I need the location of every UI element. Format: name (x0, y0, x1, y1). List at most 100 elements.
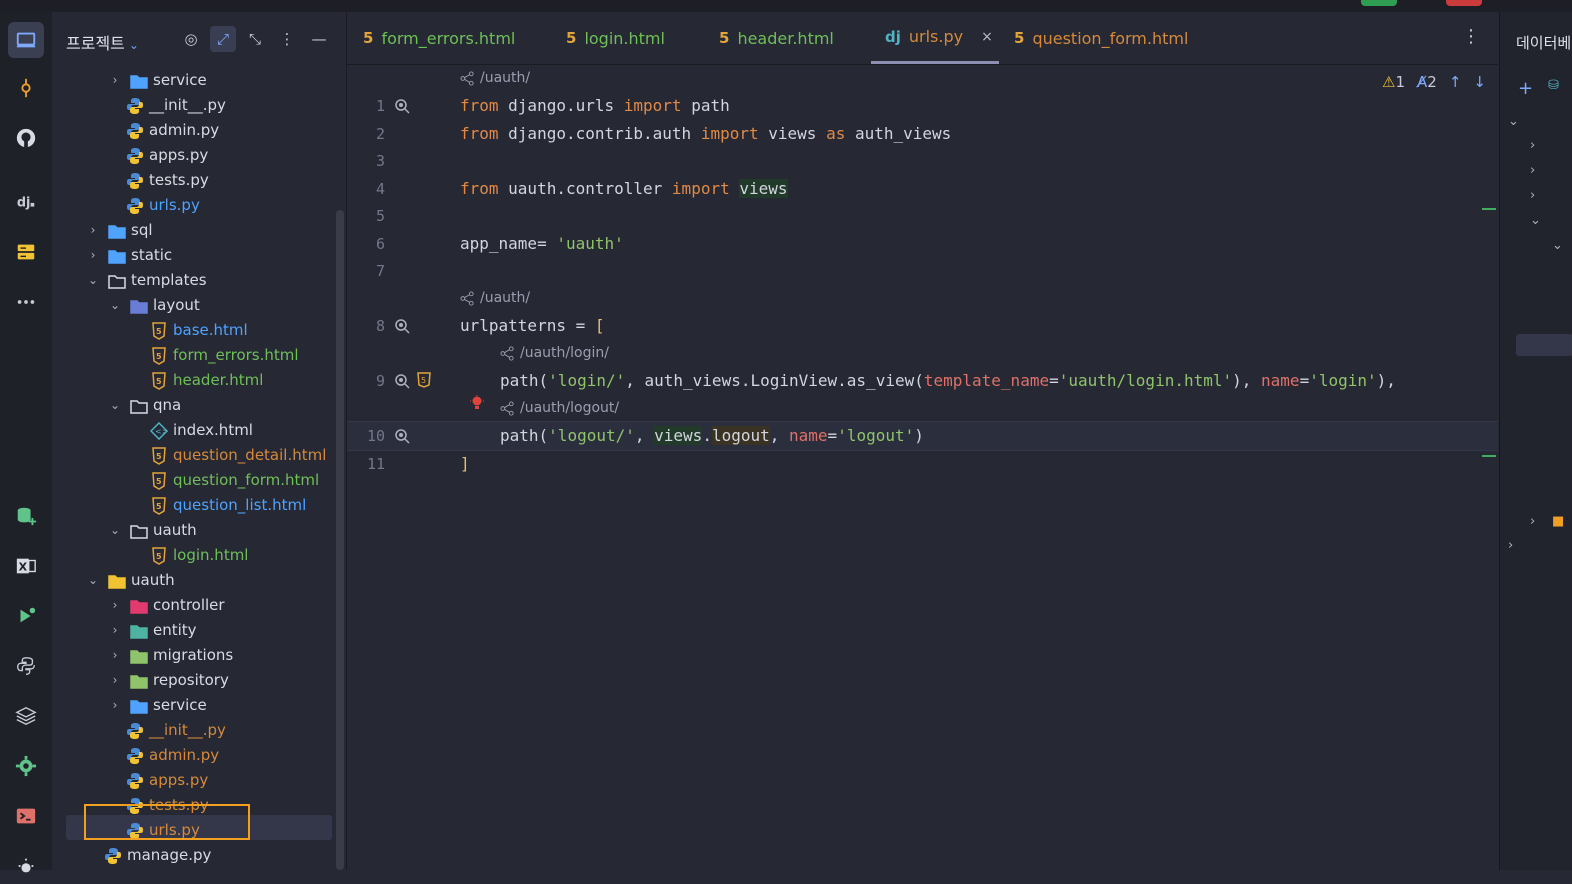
expand-all-icon[interactable]: ⤢ (210, 26, 236, 52)
tab-overflow-menu-icon[interactable]: ⋮ (1462, 26, 1480, 47)
tree-folder[interactable]: › static (86, 243, 173, 268)
django-structure-icon[interactable]: dj (8, 184, 44, 220)
project-tool-icon[interactable] (8, 22, 44, 58)
tree-file[interactable]: 5 header.html (150, 368, 263, 393)
debug-sun-icon[interactable] (8, 848, 44, 884)
tree-file[interactable]: 5 login.html (150, 543, 248, 568)
tree-collapsed-icon[interactable]: › (1530, 163, 1535, 178)
url-resolve-gutter-icon[interactable] (394, 373, 410, 389)
tree-file[interactable]: 5 question_list.html (150, 493, 306, 518)
tree-collapsed-icon[interactable]: › (1530, 514, 1535, 529)
settings-gear-icon[interactable] (8, 748, 44, 784)
chevron-down-icon[interactable]: ⌄ (108, 393, 122, 418)
tree-folder[interactable]: ⌄ uauth (108, 518, 197, 543)
tree-folder[interactable]: › service (108, 693, 207, 718)
warning-indicator[interactable]: ⚠1 (1382, 73, 1405, 91)
tree-file[interactable]: 5 question_form.html (150, 468, 319, 493)
services-icon[interactable] (8, 234, 44, 270)
chevron-down-icon[interactable]: ⌄ (86, 268, 100, 293)
chevron-right-icon[interactable]: › (108, 668, 122, 693)
lightbulb-icon[interactable] (469, 395, 485, 411)
route-hint[interactable]: /uauth/logout/ (500, 400, 619, 416)
chevron-right-icon[interactable]: › (108, 593, 122, 618)
tree-folder[interactable]: › service (108, 68, 207, 93)
route-hint[interactable]: /uauth/login/ (500, 345, 609, 361)
tree-folder[interactable]: › sql (86, 218, 153, 243)
excel-icon[interactable]: X (8, 548, 44, 584)
route-hint[interactable]: /uauth/ (460, 290, 530, 306)
layers-icon[interactable] (8, 698, 44, 734)
database-add-icon[interactable] (8, 498, 44, 534)
tree-folder[interactable]: ⌄ uauth (86, 568, 175, 593)
chevron-right-icon[interactable]: › (86, 218, 100, 243)
locate-file-icon[interactable]: ◎ (178, 26, 204, 52)
add-datasource-icon[interactable]: + (1518, 78, 1533, 99)
tree-expand-icon[interactable]: ⌄ (1552, 238, 1563, 253)
tree-folder[interactable]: › controller (108, 593, 225, 618)
tree-file[interactable]: tests.py (126, 168, 209, 193)
url-resolve-gutter-icon[interactable] (394, 428, 410, 444)
inspection-status[interactable]: ⚠1 A̸2 ↑ ↓ (1382, 73, 1486, 91)
html-template-gutter-icon[interactable]: 5 (416, 372, 432, 388)
tree-file[interactable]: 5 form_errors.html (150, 343, 299, 368)
typo-indicator[interactable]: A̸2 (1417, 73, 1437, 91)
tab-login[interactable]: 5 login.html (566, 12, 665, 64)
chevron-right-icon[interactable]: › (108, 643, 122, 668)
chevron-right-icon[interactable]: › (108, 693, 122, 718)
tree-file[interactable]: urls.py (126, 193, 200, 218)
stop-indicator[interactable] (1446, 0, 1482, 6)
tree-folder[interactable]: › entity (108, 618, 197, 643)
chevron-right-icon[interactable]: › (108, 68, 122, 93)
tree-file[interactable]: 5 question_detail.html (150, 443, 326, 468)
chevron-right-icon[interactable]: › (108, 618, 122, 643)
tab-urls-py[interactable]: dj urls.py × (871, 12, 999, 64)
chevron-down-icon[interactable]: ⌄ (86, 568, 100, 593)
tab-header[interactable]: 5 header.html (719, 12, 834, 64)
chevron-down-icon[interactable]: ⌄ (108, 293, 122, 318)
tree-collapsed-icon[interactable]: › (1508, 538, 1513, 553)
tree-folder[interactable]: › repository (108, 668, 229, 693)
chevron-down-icon[interactable]: ⌄ (108, 518, 122, 543)
tree-collapsed-icon[interactable]: › (1530, 188, 1535, 203)
terminal-icon[interactable] (8, 798, 44, 834)
tree-expand-icon[interactable]: ⌄ (1508, 114, 1519, 129)
tree-collapsed-icon[interactable]: › (1530, 138, 1535, 153)
hide-panel-icon[interactable]: — (306, 26, 332, 52)
tree-file[interactable]: 5 base.html (150, 318, 248, 343)
tree-file[interactable]: apps.py (126, 143, 208, 168)
tree-folder[interactable]: ⌄ qna (108, 393, 181, 418)
code-editor[interactable]: ⚠1 A̸2 ↑ ↓ /uauth/ /uauth/ /uauth/login/… (347, 65, 1498, 870)
url-resolve-gutter-icon[interactable] (394, 318, 410, 334)
route-hint[interactable]: /uauth/ (460, 70, 530, 86)
tree-file[interactable]: admin.py (126, 743, 219, 768)
python-console-icon[interactable] (8, 648, 44, 684)
close-tab-icon[interactable]: × (981, 29, 993, 45)
tab-question-form[interactable]: 5 question_form.html (1014, 12, 1188, 64)
tree-file[interactable]: admin.py (126, 118, 219, 143)
more-tools-icon[interactable] (8, 284, 44, 320)
project-title-dropdown[interactable]: 프로젝트 ⌄ (66, 30, 139, 54)
github-icon[interactable] (8, 120, 44, 156)
tab-form-errors[interactable]: 5 form_errors.html (363, 12, 515, 64)
tree-folder[interactable]: ⌄ templates (86, 268, 207, 293)
tree-folder[interactable]: › migrations (108, 643, 234, 668)
chevron-right-icon[interactable]: › (86, 243, 100, 268)
collapse-all-icon[interactable]: ⤡ (242, 26, 268, 52)
tree-file[interactable]: <> index.html (150, 418, 253, 443)
tree-file[interactable]: __init__.py (126, 93, 226, 118)
options-menu-icon[interactable]: ⋮ (274, 26, 300, 52)
selected-db-row[interactable] (1516, 334, 1572, 356)
project-scrollbar[interactable] (336, 210, 344, 870)
datasource-icon[interactable]: ⛁ (1548, 78, 1559, 93)
previous-issue-arrow-icon[interactable]: ↑ (1449, 73, 1462, 91)
tree-folder[interactable]: ⌄ layout (108, 293, 200, 318)
tree-expand-icon[interactable]: ⌄ (1530, 213, 1541, 228)
tree-file[interactable]: apps.py (126, 768, 208, 793)
run-indicator[interactable] (1361, 0, 1397, 6)
run-icon[interactable] (8, 598, 44, 634)
next-issue-arrow-icon[interactable]: ↓ (1473, 73, 1486, 91)
tree-file[interactable]: __init__.py (126, 718, 226, 743)
tree-file[interactable]: manage.py (104, 843, 211, 868)
commit-tool-icon[interactable] (8, 70, 44, 106)
url-resolve-gutter-icon[interactable] (394, 98, 410, 114)
